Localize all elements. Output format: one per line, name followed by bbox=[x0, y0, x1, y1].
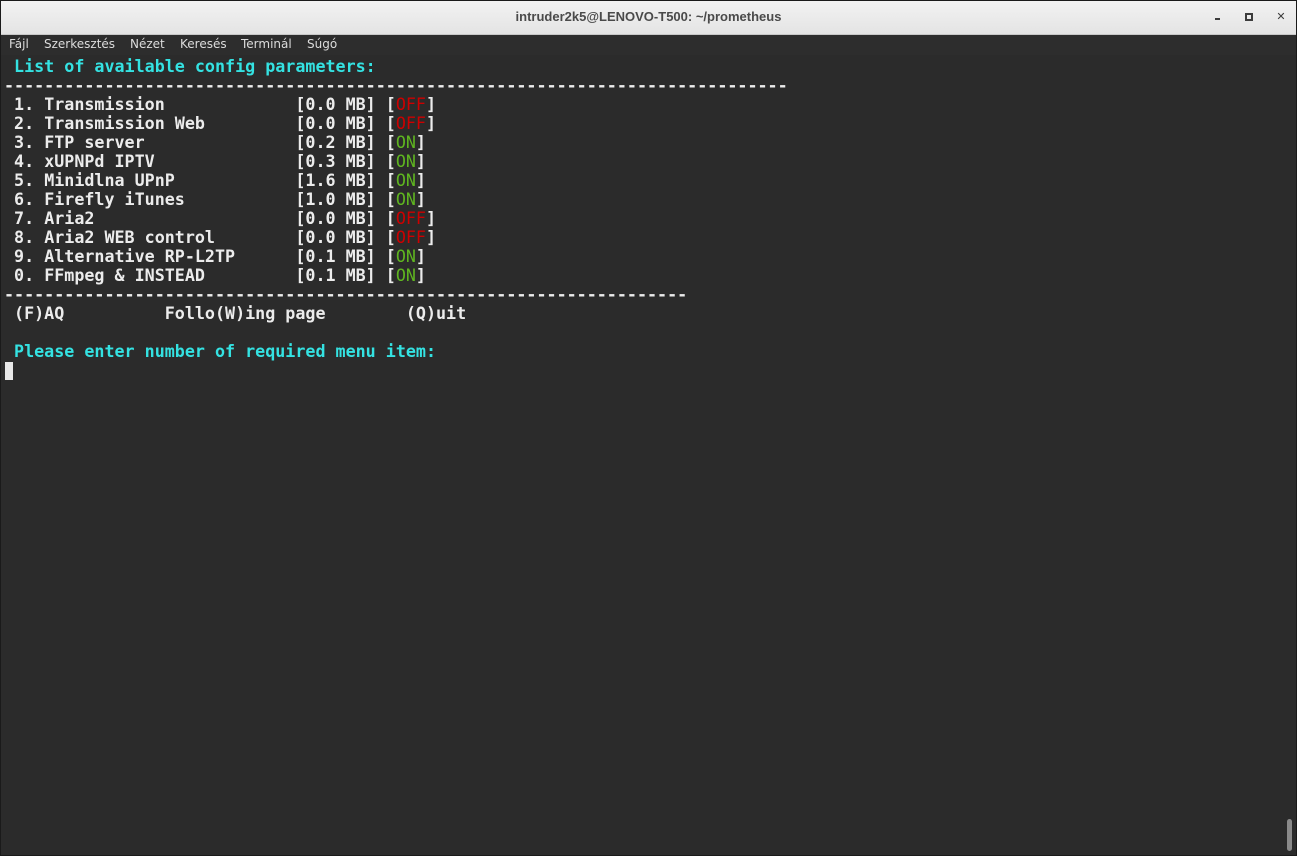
menu-file[interactable]: Fájl bbox=[9, 37, 29, 51]
config-item-size: [1.0 MB] bbox=[295, 189, 376, 209]
config-item-name: Aria2 bbox=[44, 208, 95, 228]
config-item-row: 5. Minidlna UPnP [1.6 MB] [ON] bbox=[4, 170, 426, 190]
menu-help[interactable]: Súgó bbox=[307, 37, 337, 51]
config-item-number: 1. bbox=[4, 94, 35, 114]
config-item-size: [0.3 MB] bbox=[295, 151, 376, 171]
input-prompt: Please enter number of required menu ite… bbox=[4, 341, 437, 361]
terminal-output[interactable]: List of available config parameters: ---… bbox=[4, 56, 1282, 855]
config-item-status: ON bbox=[395, 132, 416, 152]
config-item-row: 7. Aria2 [0.0 MB] [OFF] bbox=[4, 208, 437, 228]
config-item-name: FTP server bbox=[44, 132, 145, 152]
close-icon[interactable]: ✕ bbox=[1274, 10, 1288, 24]
config-item-number: 0. bbox=[4, 265, 35, 285]
config-item-name: FFmpeg & INSTEAD bbox=[44, 265, 205, 285]
config-item-name: Firefly iTunes bbox=[44, 189, 185, 209]
config-item-size: [0.0 MB] bbox=[295, 113, 376, 133]
config-item-status: ON bbox=[395, 189, 416, 209]
menu-terminal[interactable]: Terminál bbox=[241, 37, 292, 51]
config-item-name: Transmission bbox=[44, 94, 165, 114]
config-item-name: Alternative RP-L2TP bbox=[44, 246, 236, 266]
terminal-window: intruder2k5@LENOVO-T500: ~/prometheus ✕ … bbox=[0, 0, 1297, 856]
config-item-number: 2. bbox=[4, 113, 35, 133]
config-item-row: 6. Firefly iTunes [1.0 MB] [ON] bbox=[4, 189, 426, 209]
config-item-number: 7. bbox=[4, 208, 35, 228]
vertical-scrollbar[interactable] bbox=[1283, 56, 1296, 855]
config-item-status: ON bbox=[395, 246, 416, 266]
title-bar[interactable]: intruder2k5@LENOVO-T500: ~/prometheus ✕ bbox=[1, 1, 1296, 35]
config-item-row: 0. FFmpeg & INSTEAD [0.1 MB] [ON] bbox=[4, 265, 426, 285]
config-item-number: 6. bbox=[4, 189, 35, 209]
config-item-status: ON bbox=[395, 170, 416, 190]
config-item-number: 5. bbox=[4, 170, 35, 190]
config-item-name: Minidlna UPnP bbox=[44, 170, 175, 190]
text-cursor bbox=[5, 362, 13, 380]
config-item-size: [0.0 MB] bbox=[295, 227, 376, 247]
menu-view[interactable]: Nézet bbox=[130, 37, 165, 51]
config-item-number: 3. bbox=[4, 132, 35, 152]
config-item-row: 8. Aria2 WEB control [0.0 MB] [OFF] bbox=[4, 227, 437, 247]
config-item-number: 8. bbox=[4, 227, 35, 247]
minimize-icon[interactable] bbox=[1210, 10, 1224, 24]
separator-top: ----------------------------------------… bbox=[4, 75, 788, 95]
config-item-row: 1. Transmission [0.0 MB] [OFF] bbox=[4, 94, 437, 114]
config-item-size: [0.0 MB] bbox=[295, 94, 376, 114]
config-item-row: 9. Alternative RP-L2TP [0.1 MB] [ON] bbox=[4, 246, 426, 266]
config-item-size: [0.2 MB] bbox=[295, 132, 376, 152]
config-item-name: Aria2 WEB control bbox=[44, 227, 215, 247]
config-item-row: 4. xUPNPd IPTV [0.3 MB] [ON] bbox=[4, 151, 426, 171]
config-item-status: ON bbox=[395, 265, 416, 285]
config-item-number: 9. bbox=[4, 246, 35, 266]
config-item-size: [0.1 MB] bbox=[295, 265, 376, 285]
config-item-status: OFF bbox=[395, 94, 426, 114]
separator-bottom: ----------------------------------------… bbox=[4, 284, 688, 304]
config-list-header: List of available config parameters: bbox=[4, 56, 376, 76]
window-title: intruder2k5@LENOVO-T500: ~/prometheus bbox=[515, 9, 782, 24]
config-item-row: 3. FTP server [0.2 MB] [ON] bbox=[4, 132, 426, 152]
config-item-name: xUPNPd IPTV bbox=[44, 151, 155, 171]
config-item-row: 2. Transmission Web [0.0 MB] [OFF] bbox=[4, 113, 437, 133]
config-item-size: [0.1 MB] bbox=[295, 246, 376, 266]
config-item-status: OFF bbox=[395, 208, 426, 228]
config-item-status: OFF bbox=[395, 113, 426, 133]
config-item-number: 4. bbox=[4, 151, 35, 171]
scrollbar-thumb[interactable] bbox=[1287, 819, 1292, 851]
menu-options-line: (F)AQ Follo(W)ing page (Q)uit bbox=[4, 303, 467, 323]
config-item-status: ON bbox=[395, 151, 416, 171]
menu-edit[interactable]: Szerkesztés bbox=[44, 37, 115, 51]
menu-bar: Fájl Szerkesztés Nézet Keresés Terminál … bbox=[1, 35, 1296, 55]
menu-search[interactable]: Keresés bbox=[180, 37, 227, 51]
config-item-size: [0.0 MB] bbox=[295, 208, 376, 228]
config-item-status: OFF bbox=[395, 227, 426, 247]
maximize-icon[interactable] bbox=[1242, 10, 1256, 24]
config-item-name: Transmission Web bbox=[44, 113, 205, 133]
config-item-size: [1.6 MB] bbox=[295, 170, 376, 190]
